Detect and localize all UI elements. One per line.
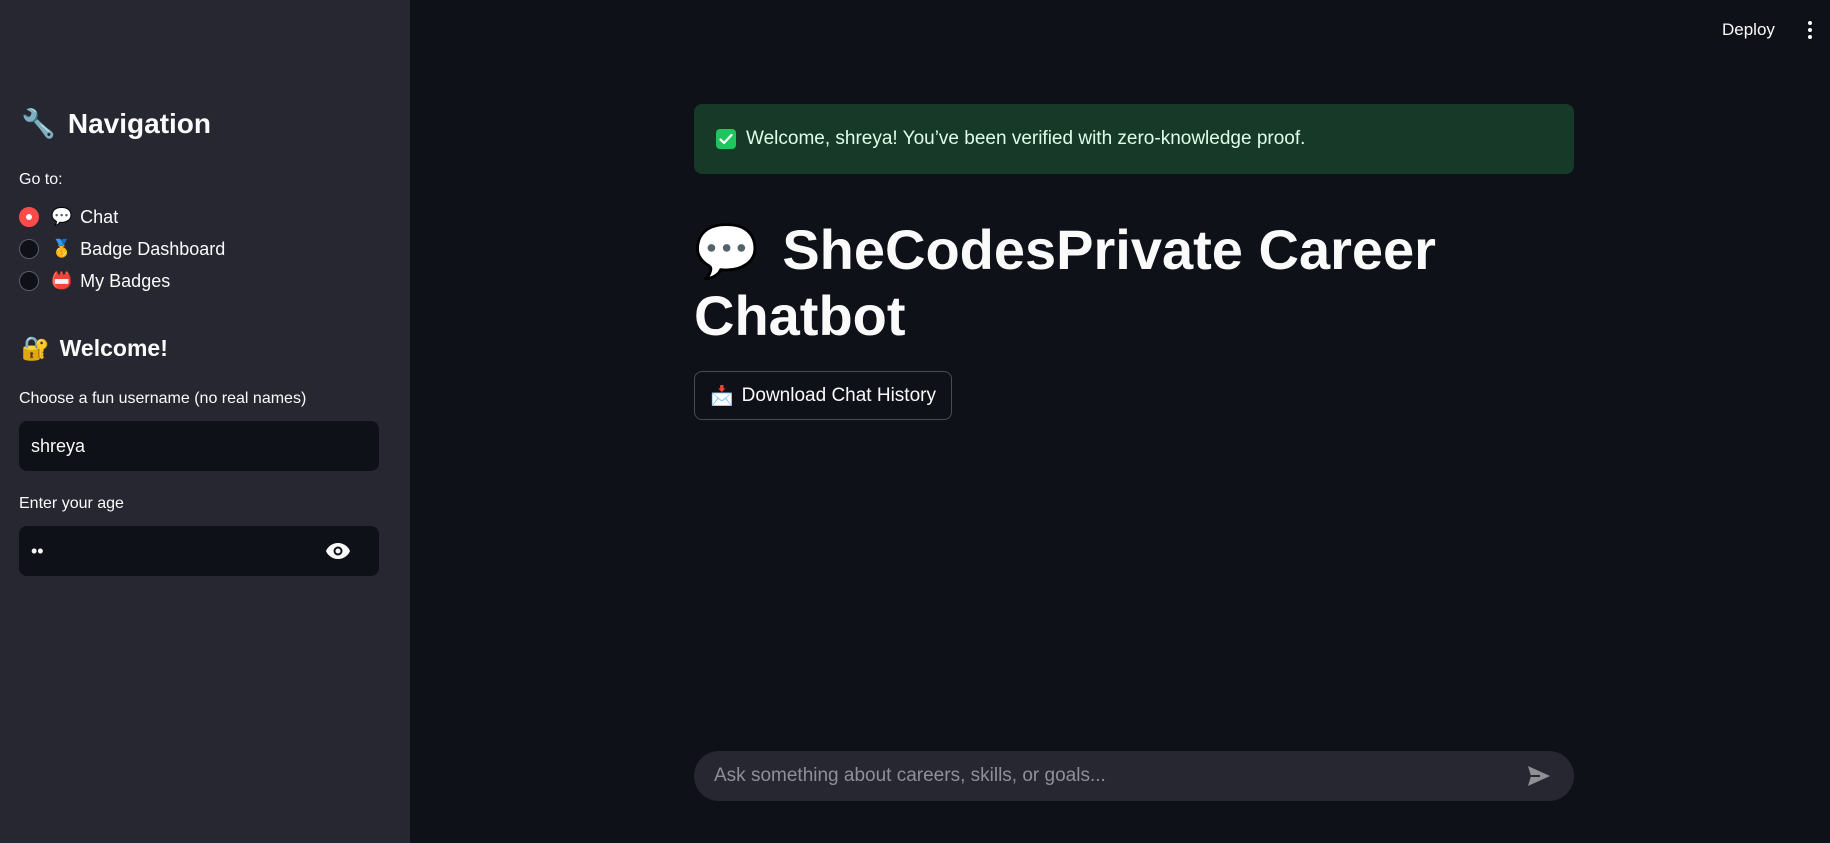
lock-icon: 🔐 <box>21 335 50 361</box>
welcome-heading: 🔐 Welcome! <box>21 335 168 362</box>
nav-radio-my-badges[interactable]: 📛 My Badges <box>19 265 225 297</box>
check-icon <box>716 129 736 149</box>
nav-radio-label: My Badges <box>80 270 171 291</box>
name-badge-icon: 📛 <box>51 271 73 290</box>
download-chat-history-button[interactable]: 📩 Download Chat History <box>694 371 952 420</box>
medal-icon: 🥇 <box>51 239 73 258</box>
nav-radio-chat[interactable]: 💬 Chat <box>19 201 225 233</box>
nav-radio-label: Chat <box>80 206 119 227</box>
speech-bubble-icon: 💬 <box>51 207 73 226</box>
navigation-heading-text: Navigation <box>67 107 212 139</box>
goto-label: Go to: <box>19 171 63 188</box>
nav-radio-label: Badge Dashboard <box>80 238 226 259</box>
welcome-heading-text: Welcome! <box>59 335 168 361</box>
speech-bubble-icon: 💬 <box>694 223 759 281</box>
username-input[interactable] <box>19 421 379 471</box>
radio-unselected-icon[interactable] <box>19 239 39 259</box>
eye-icon[interactable] <box>322 538 354 564</box>
inbox-tray-icon: 📩 <box>710 385 734 407</box>
nav-radio-group: 💬 Chat 🥇 Badge Dashboard 📛 My Badges <box>19 201 225 297</box>
radio-selected-icon[interactable] <box>19 207 39 227</box>
deploy-button[interactable]: Deploy <box>1710 14 1787 46</box>
age-label: Enter your age <box>19 495 124 512</box>
alert-text: Welcome, shreya! You’ve been verified wi… <box>746 128 1306 149</box>
username-label: Choose a fun username (no real names) <box>19 390 307 407</box>
page-title: 💬 SheCodesPrivate Career Chatbot <box>694 218 1454 348</box>
send-icon[interactable] <box>1524 761 1554 791</box>
radio-unselected-icon[interactable] <box>19 271 39 291</box>
download-button-label: Download Chat History <box>741 384 936 406</box>
navigation-heading: 🔧 Navigation <box>21 107 211 140</box>
kebab-menu-icon[interactable] <box>1798 14 1822 46</box>
sidebar: 🔧 Navigation Go to: 💬 Chat 🥇 Badge Dashb… <box>0 0 410 843</box>
success-alert: Welcome, shreya! You’ve been verified wi… <box>694 104 1574 174</box>
wrench-icon: 🔧 <box>21 108 56 139</box>
nav-radio-badge-dashboard[interactable]: 🥇 Badge Dashboard <box>19 233 225 265</box>
chat-input-bar <box>694 751 1574 801</box>
page-title-text: SheCodesPrivate Career Chatbot <box>694 218 1436 347</box>
chat-input[interactable] <box>714 765 1524 787</box>
